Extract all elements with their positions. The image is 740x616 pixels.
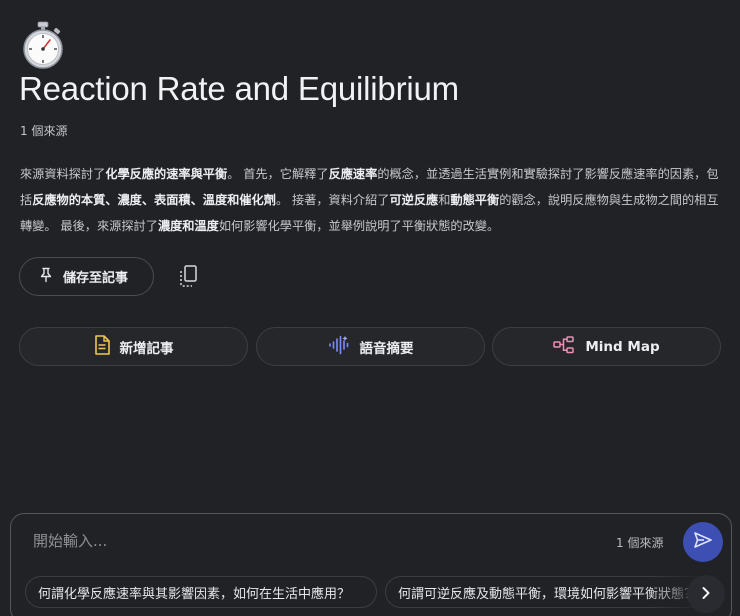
audio-waveform-icon <box>328 335 350 359</box>
stopwatch-icon <box>20 20 66 70</box>
mind-map-icon <box>553 335 575 358</box>
page-title: Reaction Rate and Equilibrium <box>19 70 459 107</box>
source-count: 1 個來源 <box>20 124 68 138</box>
chat-composer: 1 個來源 何謂化學反應速率與其影響因素，如何在生活中應用？ 何謂可逆反應及動態… <box>10 513 732 616</box>
summary-text: 來源資料探討了化學反應的速率與平衡。 首先，它解釋了反應速率的概念，並透過生活實… <box>20 167 719 233</box>
suggestion-list: 何謂化學反應速率與其影響因素，如何在生活中應用？ 何謂可逆反應及動態平衡，環境如… <box>25 576 731 612</box>
add-note-button[interactable]: 新增記事 <box>19 327 248 366</box>
chevron-right-icon <box>700 585 712 604</box>
suggestion-chip[interactable]: 何謂化學反應速率與其影響因素，如何在生活中應用？ <box>25 576 377 608</box>
audio-overview-button[interactable]: 語音摘要 <box>256 327 485 366</box>
note-icon <box>94 334 110 359</box>
send-icon <box>693 531 713 553</box>
pin-icon <box>39 267 53 287</box>
save-to-note-button[interactable]: 儲存至記事 <box>19 257 154 296</box>
chat-input[interactable] <box>33 530 553 552</box>
copy-icon[interactable] <box>178 264 200 288</box>
send-button[interactable] <box>683 522 723 562</box>
next-suggestions-button[interactable] <box>687 575 725 613</box>
mind-map-label: Mind Map <box>585 338 660 355</box>
mind-map-button[interactable]: Mind Map <box>492 327 721 366</box>
composer-source-count: 1 個來源 <box>616 536 664 550</box>
save-to-note-label: 儲存至記事 <box>63 271 129 286</box>
add-note-label: 新增記事 <box>119 340 174 357</box>
audio-overview-label: 語音摘要 <box>359 340 414 357</box>
